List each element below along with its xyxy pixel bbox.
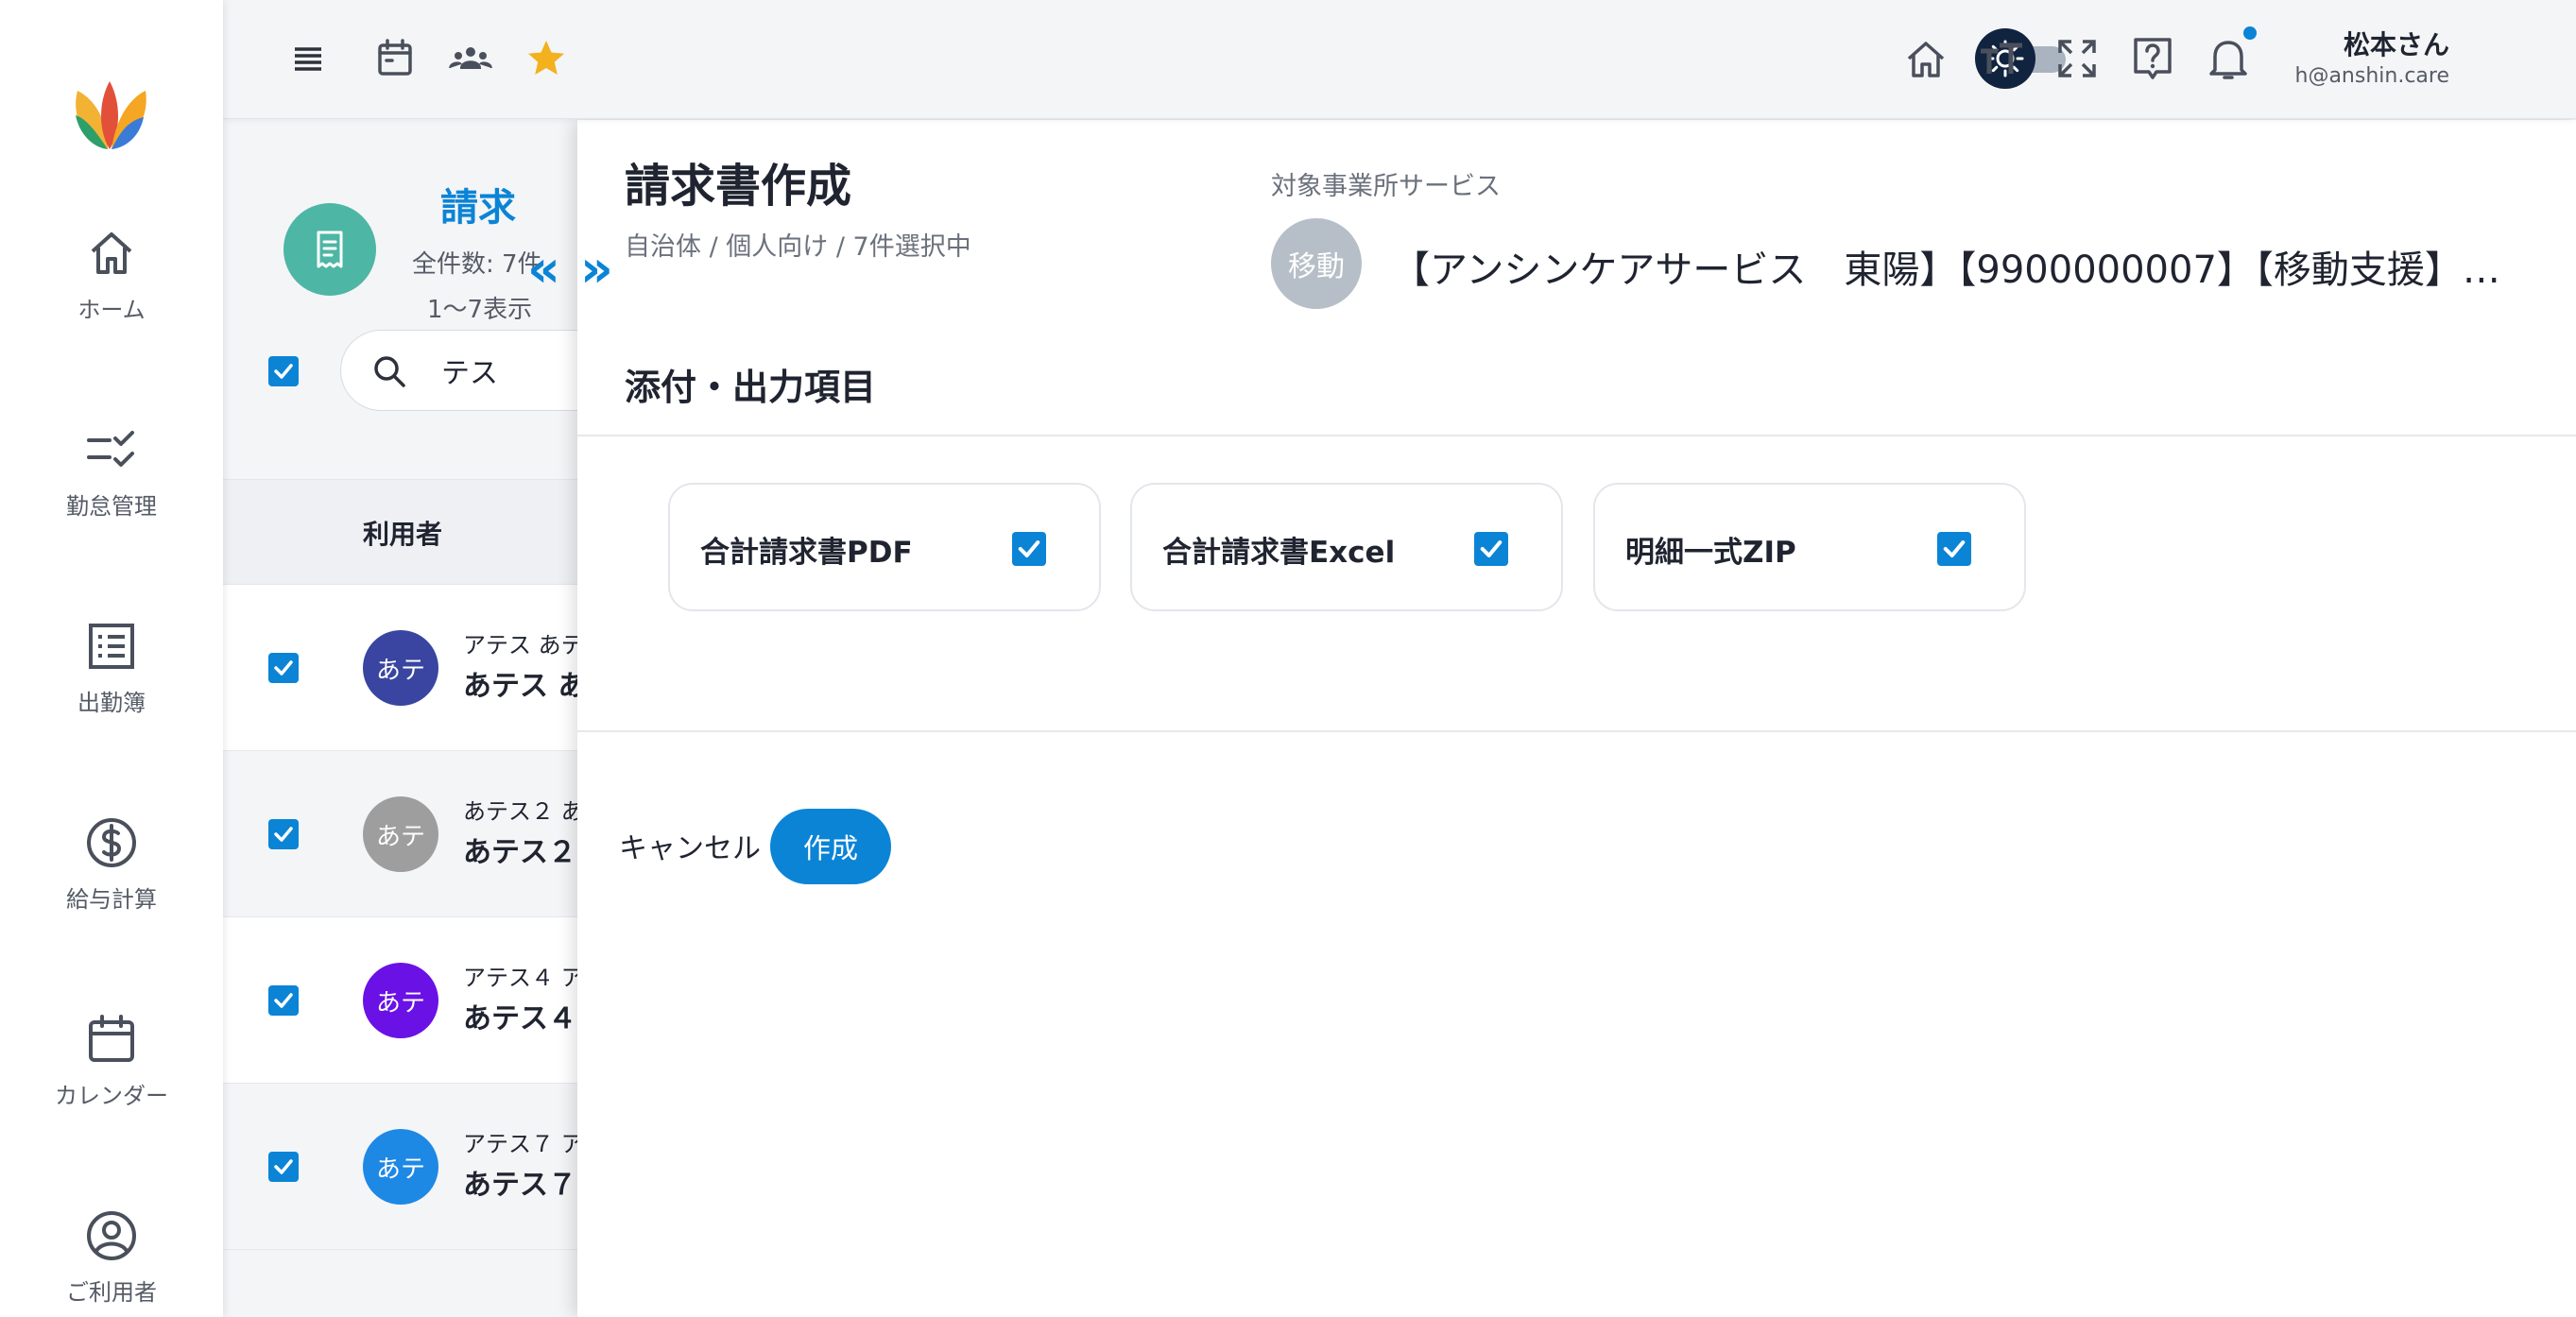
service-label: 対象事業所サービス — [1271, 172, 1501, 201]
calendar-icon[interactable] — [372, 36, 418, 81]
leaf-logo-icon[interactable] — [70, 74, 151, 155]
notifications[interactable] — [2204, 26, 2257, 89]
page-title: 請求 — [440, 186, 516, 230]
select-all-checkbox[interactable] — [268, 356, 299, 386]
user-circle-icon — [87, 1211, 136, 1260]
sidebar: ホーム 勤怠管理 出勤簿 給与計算 カレンダー ご利用者 — [0, 0, 223, 1317]
user-name: 松本さん — [2343, 29, 2449, 60]
service-name: 【アンシンケアサービス 東陽】【9900000007】【移動支援】移動支援 — [1392, 248, 2526, 292]
fullscreen-icon[interactable] — [2052, 28, 2102, 89]
section-title: 添付・出力項目 — [625, 367, 877, 408]
row-checkbox[interactable] — [268, 1152, 299, 1182]
home-icon[interactable] — [1901, 28, 1950, 89]
option-card-details-zip[interactable]: 明細一式ZIP — [1593, 483, 2026, 611]
option-card-total-pdf[interactable]: 合計請求書PDF — [668, 483, 1101, 611]
notification-dot — [2243, 26, 2257, 40]
row-kana: アテス７ ア — [463, 1131, 584, 1157]
avatar: あテ — [363, 630, 438, 706]
check-icon — [1943, 540, 1966, 557]
check-icon — [1018, 540, 1040, 557]
sidebar-item-label: 給与計算 — [66, 886, 157, 913]
cancel-button[interactable]: キャンセル — [610, 808, 770, 883]
checklist-icon — [87, 431, 134, 467]
drawer-title: 請求書作成 — [625, 160, 852, 213]
sidebar-item-label: 勤怠管理 — [66, 493, 157, 520]
row-checkbox[interactable] — [268, 653, 299, 683]
receipt-icon — [317, 231, 343, 268]
check-icon — [274, 827, 293, 842]
row-kana: アテス あテ — [463, 632, 584, 658]
total-count: 全件数: 7件 — [412, 250, 542, 279]
avatar: あテ — [363, 796, 438, 872]
drawer-subtitle: 自治体 / 個人向け / 7件選択中 — [625, 232, 971, 262]
sidebar-item-label: 出勤簿 — [77, 690, 146, 716]
help-icon[interactable] — [2128, 28, 2177, 89]
check-icon — [274, 993, 293, 1008]
row-checkbox[interactable] — [268, 819, 299, 849]
divider — [577, 435, 2576, 436]
star-icon[interactable] — [524, 36, 569, 81]
option-checkbox[interactable] — [1012, 532, 1046, 566]
option-label: 合計請求書Excel — [1162, 536, 1396, 570]
dollar-icon — [87, 818, 136, 867]
option-label: 合計請求書PDF — [700, 536, 913, 570]
expand-right-icon[interactable]: » — [580, 244, 613, 295]
invoice-create-drawer: 請求書作成 自治体 / 個人向け / 7件選択中 対象事業所サービス 移動 【ア… — [577, 120, 2576, 1317]
sidebar-item-label: ご利用者 — [66, 1279, 157, 1306]
sidebar-item-attendance[interactable]: 勤怠管理 — [0, 421, 223, 573]
display-range: 1〜7表示 — [427, 296, 533, 324]
sidebar-item-timesheet[interactable]: 出勤簿 — [0, 618, 223, 769]
sidebar-item-calendar[interactable]: カレンダー — [0, 1011, 223, 1162]
row-name: あテス あ — [463, 670, 587, 703]
option-checkbox[interactable] — [1474, 532, 1508, 566]
sidebar-item-label: ホーム — [77, 297, 146, 323]
check-icon — [274, 1159, 293, 1174]
divider — [577, 730, 2576, 732]
collapse-left-icon[interactable]: « — [527, 244, 560, 295]
avatar: あテ — [363, 963, 438, 1038]
sidebar-item-home[interactable]: ホーム — [0, 225, 223, 376]
check-icon — [1480, 540, 1503, 557]
column-header-user: 利用者 — [363, 519, 443, 550]
check-icon — [274, 660, 293, 676]
sidebar-item-clients[interactable]: ご利用者 — [0, 1207, 223, 1317]
menu-icon[interactable] — [285, 36, 331, 81]
page-icon — [283, 203, 376, 296]
option-checkbox[interactable] — [1937, 532, 1971, 566]
text-size-icon[interactable] — [1977, 28, 2026, 89]
avatar: あテ — [363, 1129, 438, 1205]
create-button[interactable]: 作成 — [770, 809, 891, 884]
search-icon — [374, 356, 405, 387]
list-icon — [89, 624, 134, 669]
top-bar: 松本さん h@anshin.care — [223, 0, 2576, 119]
check-icon — [274, 364, 293, 379]
service-badge: 移動 — [1271, 218, 1362, 309]
home-icon — [91, 232, 132, 274]
user-email: h@anshin.care — [2294, 64, 2450, 88]
sidebar-item-label: カレンダー — [55, 1083, 168, 1109]
group-icon[interactable] — [448, 36, 493, 81]
row-checkbox[interactable] — [268, 985, 299, 1016]
calendar-icon — [89, 1015, 134, 1062]
row-kana: アテス４ ア — [463, 965, 584, 991]
option-label: 明細一式ZIP — [1625, 536, 1796, 570]
sidebar-item-payroll[interactable]: 給与計算 — [0, 814, 223, 966]
row-kana: あテス２ あ — [463, 798, 584, 825]
option-card-total-excel[interactable]: 合計請求書Excel — [1130, 483, 1563, 611]
